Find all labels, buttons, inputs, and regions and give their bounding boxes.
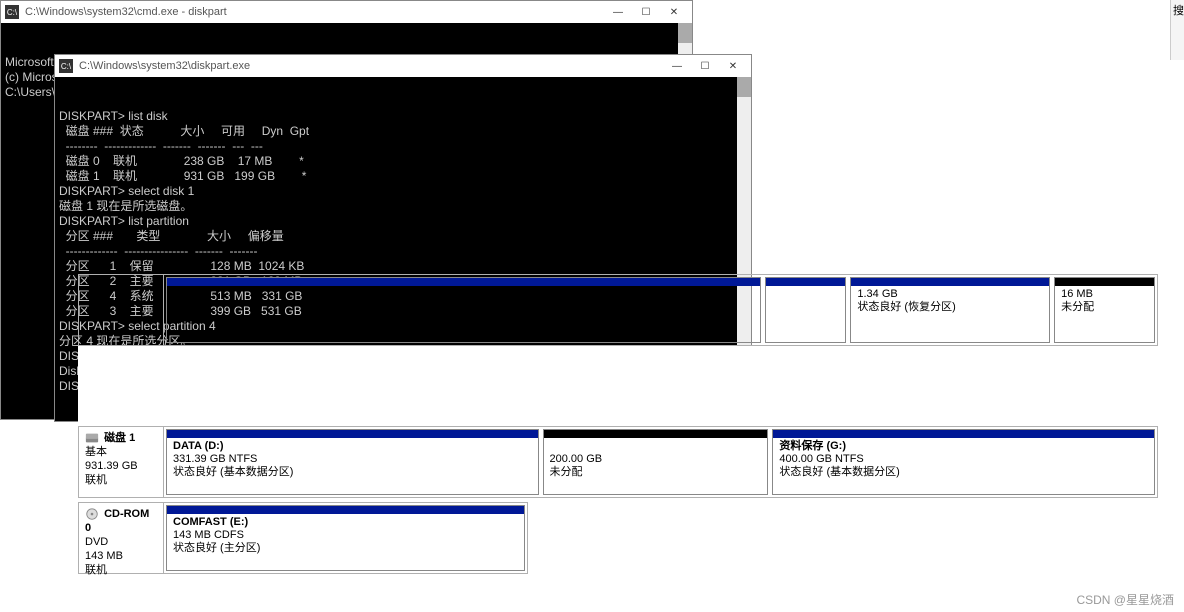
right-sidebar-fragment: 搜 [1170, 0, 1184, 60]
watermark: CSDN @星星烧酒 [1076, 591, 1174, 608]
console-line: ------------- ---------------- ------- -… [59, 244, 747, 259]
disk0-partition[interactable] [765, 277, 846, 343]
diskpart-title: C:\Windows\system32\diskpart.exe [79, 60, 663, 72]
disk0-partition[interactable] [166, 277, 761, 343]
console-line: DISKPART> list partition [59, 214, 747, 229]
cdrom-info: CD-ROM 0 DVD 143 MB 联机 [79, 503, 164, 573]
disk-management: 1.34 GB 状态良好 (恢复分区) 16 MB 未分配 磁盘 1 基本 93… [78, 346, 1158, 578]
console-line: 磁盘 1 联机 931 GB 199 GB * [59, 169, 747, 184]
partition-label: 资料保存 (G:) [779, 440, 846, 452]
partition-status: 状态良好 (主分区) [173, 542, 260, 554]
max-button[interactable]: ☐ [632, 1, 660, 23]
console-line: 磁盘 ### 状态 大小 可用 Dyn Gpt [59, 124, 747, 139]
disk0-info [79, 275, 164, 345]
console-line: DISKPART> list disk [59, 109, 747, 124]
partition-status: 未分配 [550, 466, 583, 478]
partition-status: 未分配 [1061, 301, 1148, 314]
partition-status: 状态良好 (基本数据分区) [173, 466, 293, 478]
partition-size: 200.00 GB [550, 453, 603, 465]
cmd-icon: C:\ [5, 5, 19, 19]
disk-type: 基本 [85, 446, 107, 458]
console-line: 分区 1 保留 128 MB 1024 KB [59, 259, 747, 274]
disk1-g-partition[interactable]: 资料保存 (G:) 400.00 GB NTFS 状态良好 (基本数据分区) [772, 429, 1155, 495]
partition-label: COMFAST (E:) [173, 516, 248, 528]
cmd-title: C:\Windows\system32\cmd.exe - diskpart [25, 6, 604, 18]
close-button[interactable]: ✕ [660, 1, 688, 23]
min-button[interactable]: — [604, 1, 632, 23]
console-line: 磁盘 1 现在是所选磁盘。 [59, 199, 747, 214]
close-button[interactable]: ✕ [719, 55, 747, 77]
partition-size: 331.39 GB NTFS [173, 453, 257, 465]
disk1-unallocated[interactable]: 200.00 GB 未分配 [543, 429, 769, 495]
disk1-info: 磁盘 1 基本 931.39 GB 联机 [79, 427, 164, 497]
console-line: 磁盘 0 联机 238 GB 17 MB * [59, 154, 747, 169]
disk0-row[interactable]: 1.34 GB 状态良好 (恢复分区) 16 MB 未分配 [78, 274, 1158, 346]
disk1-data-partition[interactable]: DATA (D:) 331.39 GB NTFS 状态良好 (基本数据分区) [166, 429, 539, 495]
disk-name: 磁盘 1 [104, 432, 135, 444]
partition-size: 1.34 GB [857, 288, 1043, 301]
cdrom-icon [85, 507, 99, 521]
disk-icon [85, 431, 99, 445]
max-button[interactable]: ☐ [691, 55, 719, 77]
scroll-thumb[interactable] [737, 77, 751, 97]
console-line: DISKPART> select disk 1 [59, 184, 747, 199]
partition-size: 400.00 GB NTFS [779, 453, 863, 465]
cdrom-row[interactable]: CD-ROM 0 DVD 143 MB 联机 COMFAST (E:) 143 … [78, 502, 528, 574]
cmd-titlebar[interactable]: C:\ C:\Windows\system32\cmd.exe - diskpa… [1, 1, 692, 23]
scroll-thumb[interactable] [678, 23, 692, 43]
disk-state: 联机 [85, 474, 107, 486]
disk0-unallocated[interactable]: 16 MB 未分配 [1054, 277, 1155, 343]
partition-size: 16 MB [1061, 288, 1148, 301]
disk0-recovery-partition[interactable]: 1.34 GB 状态良好 (恢复分区) [850, 277, 1050, 343]
partition-status: 状态良好 (基本数据分区) [779, 466, 899, 478]
disk-size: 143 MB [85, 550, 123, 562]
console-line: 分区 ### 类型 大小 偏移量 [59, 229, 747, 244]
console-line: -------- ------------- ------- ------- -… [59, 139, 747, 154]
partition-size: 143 MB CDFS [173, 529, 244, 541]
diskpart-icon: C:\ [59, 59, 73, 73]
disk-size: 931.39 GB [85, 460, 138, 472]
diskpart-titlebar[interactable]: C:\ C:\Windows\system32\diskpart.exe — ☐… [55, 55, 751, 77]
disk-state: 联机 [85, 564, 107, 576]
partition-status: 状态良好 (恢复分区) [857, 301, 1043, 314]
cdrom-partition[interactable]: COMFAST (E:) 143 MB CDFS 状态良好 (主分区) [166, 505, 525, 571]
partition-label: DATA (D:) [173, 440, 224, 452]
min-button[interactable]: — [663, 55, 691, 77]
disk1-row[interactable]: 磁盘 1 基本 931.39 GB 联机 DATA (D:) 331.39 GB… [78, 426, 1158, 498]
disk-type: DVD [85, 536, 108, 548]
